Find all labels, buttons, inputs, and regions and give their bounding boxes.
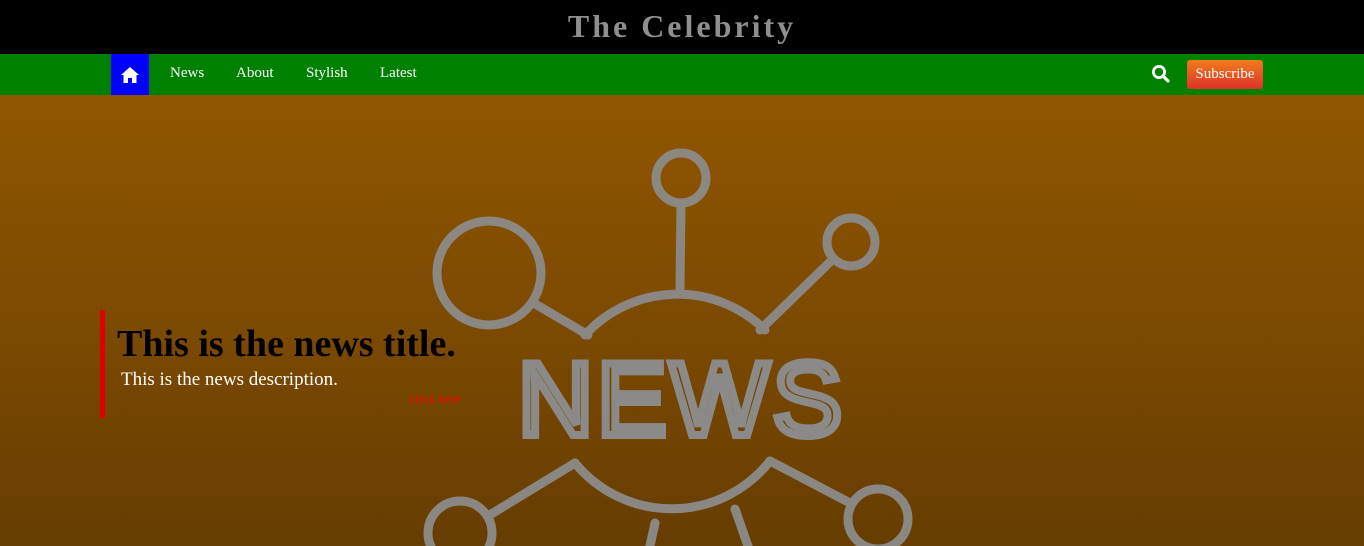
search-button[interactable] [1151, 64, 1171, 84]
main-navbar: News About Stylish Latest Subscribe [0, 54, 1364, 95]
home-icon [121, 66, 139, 83]
nav-link-latest[interactable]: Latest [380, 54, 417, 95]
click-here-link[interactable]: click here [410, 391, 461, 407]
site-title: The Celebrity [567, 8, 797, 44]
nav-link-stylish[interactable]: Stylish [306, 54, 348, 95]
nav-link-about[interactable]: About [236, 54, 274, 95]
search-icon [1152, 65, 1170, 83]
hero-banner: NEWS This is the news title. This is the… [0, 95, 1364, 546]
home-button[interactable] [111, 54, 149, 95]
subscribe-button[interactable]: Subscribe [1187, 60, 1263, 89]
news-art-text: NEWS [518, 342, 846, 458]
news-title: This is the news title. [117, 323, 456, 365]
news-card: This is the news title. This is the news… [100, 310, 495, 418]
news-description: This is the news description. [121, 369, 338, 390]
site-header: The Celebrity [0, 0, 1364, 54]
nav-link-news[interactable]: News [170, 54, 204, 95]
